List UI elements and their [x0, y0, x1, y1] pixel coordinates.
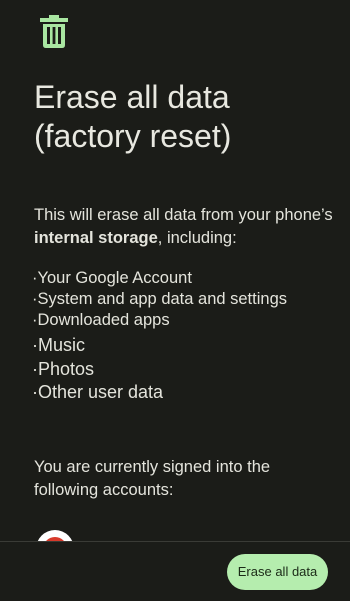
page-title-line-2: (factory reset): [34, 118, 232, 154]
page-title: Erase all data (factory reset): [34, 78, 334, 156]
bottom-action-bar: Erase all data: [0, 541, 350, 601]
list-item-music: ·Music: [32, 335, 85, 355]
intro-text: This will erase all data from your phone…: [34, 204, 334, 250]
intro-text-end: , including:: [157, 229, 237, 247]
list-item-photos: ·Photos: [32, 358, 95, 379]
signed-in-accounts-heading: You are currently signed into the follow…: [34, 458, 271, 499]
factory-reset-screen: Erase all data (factory reset) This will…: [0, 0, 350, 601]
list-item-downloaded-apps: ·Downloaded apps: [32, 311, 170, 329]
intro-text-start: This will erase all data from your phone…: [34, 206, 333, 224]
list-item-other-user-data: ·Other user data: [32, 382, 164, 402]
list-item-system-data: ·System and app data and settings: [32, 290, 287, 308]
erased-items-list: ·Your Google Account ·System and app dat…: [32, 268, 287, 405]
erase-all-data-button[interactable]: Erase all data: [227, 554, 328, 590]
trash-icon: [40, 15, 68, 48]
list-item-google-account: ·Your Google Account: [32, 269, 192, 287]
page-title-line-1: Erase all data: [34, 79, 230, 115]
internal-storage-emphasis: internal storage: [34, 229, 158, 247]
